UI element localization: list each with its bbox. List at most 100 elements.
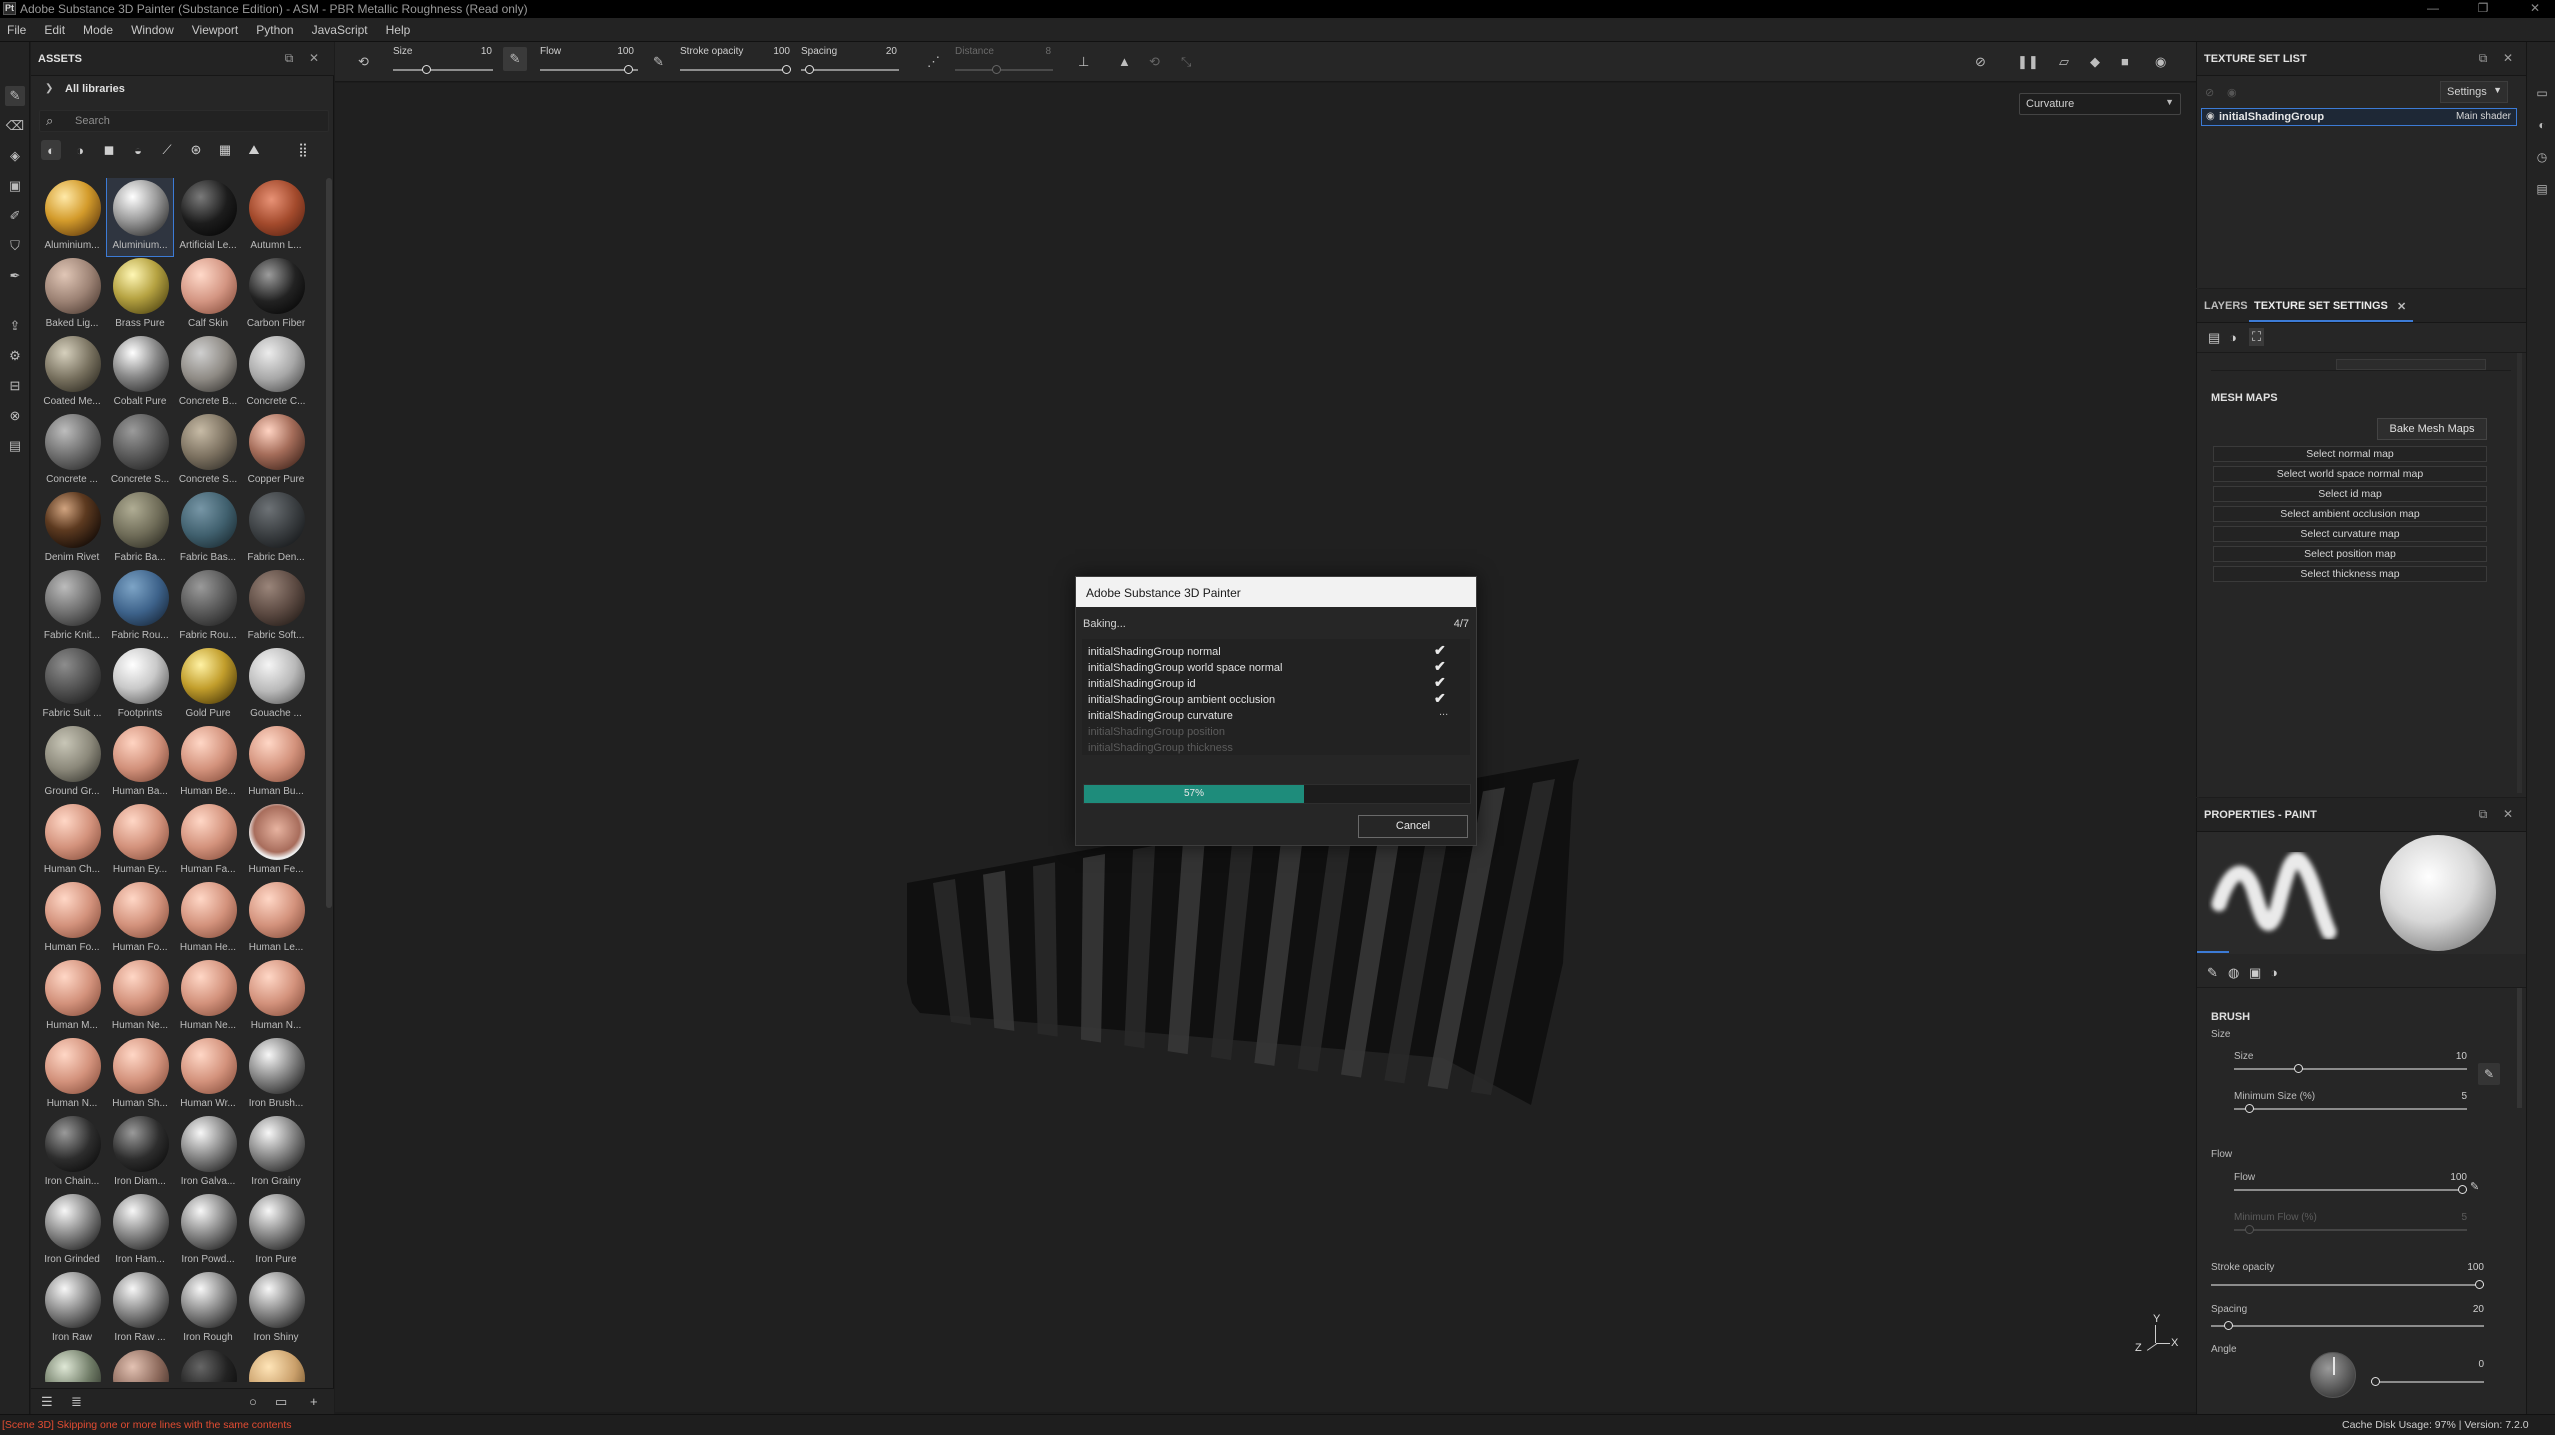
anchor-icon[interactable]: ⊗ — [5, 406, 25, 426]
flow-pressure-icon[interactable]: ✎ — [2470, 1180, 2479, 1193]
asset-thumbnail[interactable]: Iron Raw — [39, 1270, 105, 1348]
flow-pressure-icon[interactable]: ✎ — [653, 54, 664, 70]
asset-thumbnail[interactable]: Concrete B... — [175, 334, 241, 412]
asset-thumbnail[interactable]: Fabric Ba... — [107, 490, 173, 568]
close-tab-icon[interactable]: ✕ — [2397, 300, 2406, 313]
paint-brush-icon[interactable]: ✎ — [5, 86, 25, 106]
select-position-map[interactable]: Select position map — [2213, 546, 2487, 562]
maximize-button[interactable]: ❐ — [2473, 1, 2493, 15]
asset-thumbnail[interactable]: Coated Me... — [39, 334, 105, 412]
stroke-opacity-handle[interactable] — [782, 65, 791, 74]
close-panel-icon[interactable]: ✕ — [2500, 50, 2516, 66]
min-size-slider-handle[interactable] — [2245, 1104, 2255, 1113]
menu-javascript[interactable]: JavaScript — [303, 18, 377, 42]
asset-thumbnail[interactable]: Iron Raw ... — [107, 1270, 173, 1348]
asset-thumbnail[interactable]: Copper Pure — [243, 412, 309, 490]
pause-icon[interactable]: ❚❚ — [2017, 54, 2039, 70]
menu-mode[interactable]: Mode — [74, 18, 122, 42]
screenshot-icon[interactable]: ◉ — [2155, 54, 2166, 70]
asset-thumbnail[interactable]: Iron Grainy — [243, 1114, 309, 1192]
hide-ui-icon[interactable]: ⊘ — [1975, 54, 1986, 70]
asset-thumbnail[interactable]: Human Ey... — [107, 802, 173, 880]
asset-thumbnail[interactable]: Human Fo... — [107, 880, 173, 958]
geometry-mask-icon[interactable]: ▣ — [5, 176, 25, 196]
assets-scrollbar[interactable] — [326, 178, 332, 908]
add-icon[interactable]: + — [310, 1394, 318, 1409]
asset-thumbnail[interactable]: Human N... — [243, 958, 309, 1036]
asset-thumbnail[interactable]: Fabric Den... — [243, 490, 309, 568]
asset-thumbnail[interactable]: Ground Gr... — [39, 724, 105, 802]
asset-thumbnail[interactable]: Fabric Knit... — [39, 568, 105, 646]
filter-environments-icon[interactable]: ⛰ — [244, 140, 264, 160]
stroke-opacity-slider[interactable] — [680, 69, 790, 71]
brush-flow-slider[interactable] — [2234, 1189, 2467, 1191]
view-2d3d-icon[interactable]: ▱ — [2059, 54, 2069, 70]
mirror-icon[interactable]: ⟲ — [1149, 54, 1160, 70]
stroke-opacity-slider[interactable] — [2211, 1284, 2484, 1286]
asset-thumbnail[interactable]: Cobalt Pure — [107, 334, 173, 412]
size-slider-handle[interactable] — [422, 65, 431, 74]
brush-tab-icon[interactable]: ✎ — [2207, 965, 2218, 981]
details-view-icon[interactable]: ≣ — [71, 1394, 82, 1410]
asset-thumbnail[interactable] — [175, 1348, 241, 1382]
asset-thumbnail[interactable] — [243, 1348, 309, 1382]
brush-flow-slider-handle[interactable] — [2458, 1185, 2467, 1194]
asset-thumbnail[interactable]: Human Ne... — [107, 958, 173, 1036]
asset-thumbnail[interactable]: Human Ch... — [39, 802, 105, 880]
asset-thumbnail[interactable]: Iron Galva... — [175, 1114, 241, 1192]
select-thickness-map[interactable]: Select thickness map — [2213, 566, 2487, 582]
asset-thumbnail[interactable]: Concrete C... — [243, 334, 309, 412]
asset-thumbnail[interactable]: Artificial Le... — [175, 178, 241, 256]
distance-slider[interactable] — [955, 69, 1053, 71]
menu-window[interactable]: Window — [122, 18, 183, 42]
lazy-mouse-icon[interactable]: ⋰ — [927, 54, 940, 70]
texture-set-scrollbar[interactable] — [2517, 353, 2522, 793]
measure-icon[interactable]: ⊟ — [5, 376, 25, 396]
alpha-tab-icon[interactable]: ◍ — [2228, 965, 2239, 981]
asset-thumbnail[interactable]: Iron Rough — [175, 1270, 241, 1348]
spacing-slider-handle[interactable] — [805, 65, 814, 74]
asset-thumbnail[interactable]: Denim Rivet — [39, 490, 105, 568]
eye-icon[interactable]: ◉ — [2227, 86, 2237, 99]
asset-thumbnail[interactable]: Concrete S... — [107, 412, 173, 490]
smudge-icon[interactable]: ✐ — [5, 206, 25, 226]
asset-thumbnail[interactable]: Carbon Fiber — [243, 256, 309, 334]
asset-thumbnail[interactable]: Human M... — [39, 958, 105, 1036]
select-curvature-map[interactable]: Select curvature map — [2213, 526, 2487, 542]
select-world-space-normal-map[interactable]: Select world space normal map — [2213, 466, 2487, 482]
uv-icon[interactable]: ⛶ — [2249, 328, 2265, 346]
brush-size-slider-handle[interactable] — [2294, 1064, 2304, 1073]
size-slider[interactable] — [393, 69, 493, 71]
menu-edit[interactable]: Edit — [35, 18, 74, 42]
asset-thumbnail[interactable]: Fabric Rou... — [175, 568, 241, 646]
filter-smart-masks-icon[interactable]: ◒ — [128, 140, 148, 160]
shader-icon[interactable]: ◑ — [2229, 330, 2237, 345]
alignment-icon[interactable]: ⊥ — [1078, 54, 1089, 70]
history-icon[interactable]: ◷ — [2533, 148, 2551, 166]
asset-thumbnail[interactable]: Aluminium... — [39, 178, 105, 256]
asset-thumbnail[interactable]: Human Fo... — [39, 880, 105, 958]
flow-slider-handle[interactable] — [624, 65, 633, 74]
menu-python[interactable]: Python — [247, 18, 302, 42]
document-icon[interactable]: ▤ — [5, 436, 25, 456]
close-panel-icon[interactable]: ✕ — [306, 50, 322, 66]
asset-thumbnail[interactable]: Fabric Soft... — [243, 568, 309, 646]
min-flow-slider-handle[interactable] — [2245, 1225, 2255, 1234]
grid-view-icon[interactable]: ⣿ — [293, 140, 313, 160]
filter-brushes-icon[interactable]: ⟋ — [157, 140, 177, 160]
select-normal-map[interactable]: Select normal map — [2213, 446, 2487, 462]
color-picker-icon[interactable]: ✒ — [5, 266, 25, 286]
eraser-icon[interactable]: ⌫ — [5, 116, 25, 136]
angle-slider[interactable] — [2371, 1381, 2484, 1383]
angle-slider-handle[interactable] — [2371, 1377, 2380, 1386]
asset-thumbnail[interactable]: Human He... — [175, 880, 241, 958]
asset-thumbnail[interactable]: Iron Pure — [243, 1192, 309, 1270]
asset-thumbnail[interactable]: Human Fe... — [243, 802, 309, 880]
library-selector[interactable]: ❯ All libraries — [31, 78, 334, 102]
brush-size-slider[interactable] — [2234, 1068, 2467, 1070]
close-panel-icon[interactable]: ✕ — [2500, 806, 2516, 822]
asset-thumbnail[interactable]: Iron Ham... — [107, 1192, 173, 1270]
filter-textures-icon[interactable]: ▦ — [215, 140, 235, 160]
filter-masks-icon[interactable]: ◼ — [99, 140, 119, 160]
asset-thumbnail[interactable]: Gold Pure — [175, 646, 241, 724]
